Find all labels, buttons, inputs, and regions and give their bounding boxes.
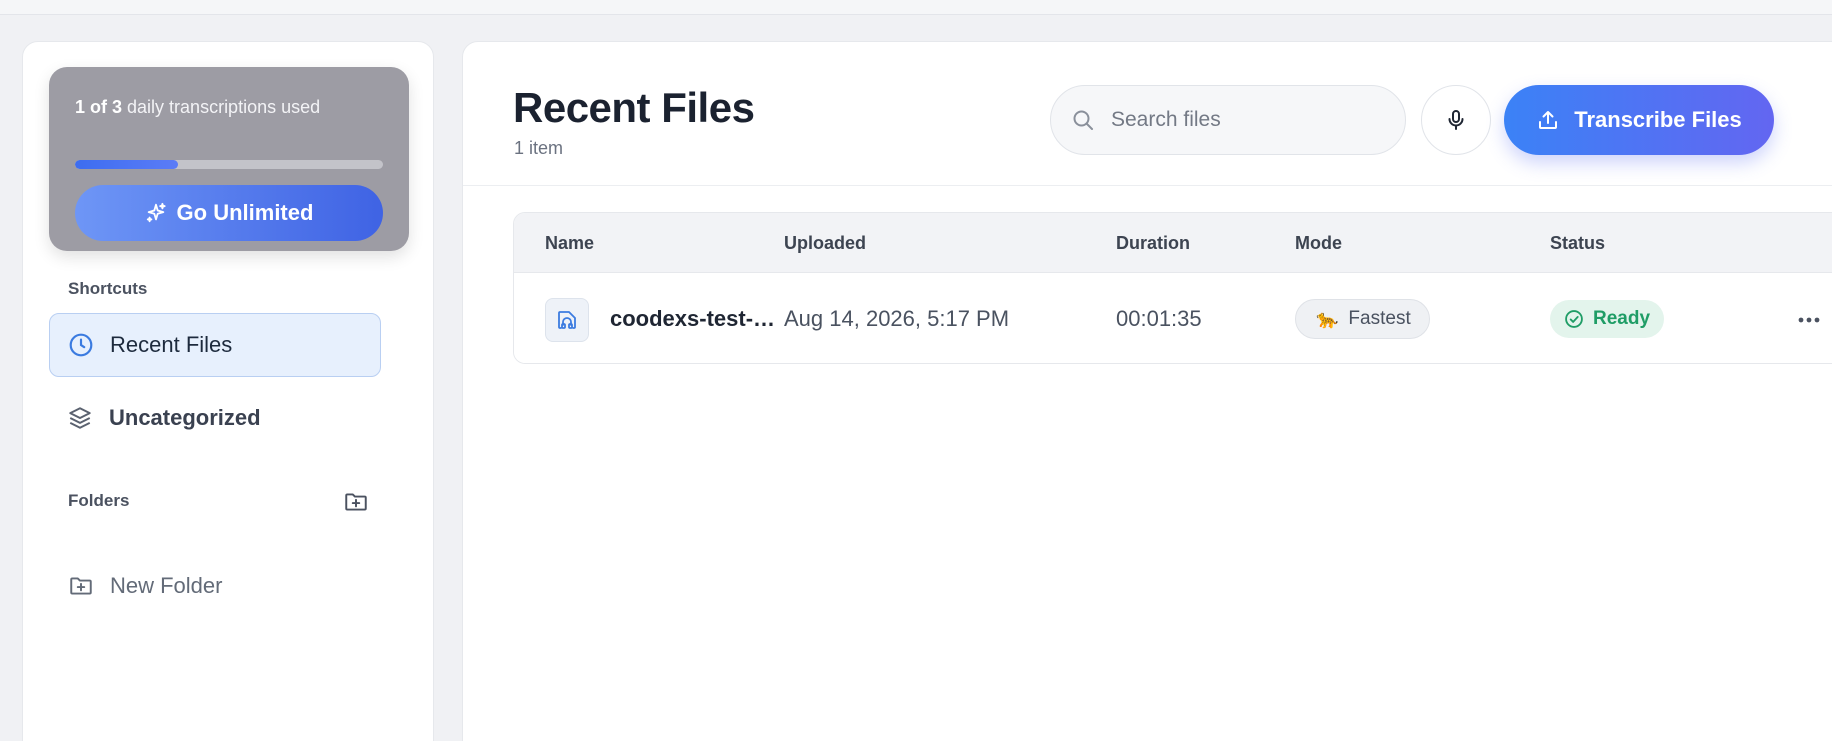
upload-icon (1536, 108, 1560, 132)
column-header-duration[interactable]: Duration (1116, 233, 1190, 254)
cheetah-icon: 🐆 (1316, 308, 1339, 329)
check-circle-icon (1564, 309, 1584, 329)
table-header: Name Uploaded Duration Mode Status (514, 213, 1832, 273)
column-header-mode[interactable]: Mode (1295, 233, 1342, 254)
search-box[interactable] (1050, 85, 1406, 155)
audio-file-icon (545, 298, 589, 342)
page-title: Recent Files (513, 84, 755, 131)
sidebar: 1 of 3 daily transcriptions used Go Unli… (22, 41, 434, 741)
clock-icon (68, 332, 94, 358)
search-input[interactable] (1111, 108, 1391, 132)
sidebar-item-label: Uncategorized (109, 405, 261, 430)
go-unlimited-label: Go Unlimited (176, 200, 314, 225)
usage-card: 1 of 3 daily transcriptions used Go Unli… (49, 67, 409, 251)
table-row[interactable]: coodexs-test-s... Aug 14, 2026, 5:17 PM … (514, 273, 1832, 363)
new-folder-label: New Folder (110, 573, 223, 598)
item-count: 1 item (514, 138, 564, 158)
sidebar-item-uncategorized[interactable]: Uncategorized (49, 386, 381, 450)
add-folder-button[interactable] (341, 487, 371, 517)
status-badge: Ready (1550, 300, 1665, 338)
files-table: Name Uploaded Duration Mode Status coode… (513, 212, 1832, 364)
top-bar (0, 0, 1832, 15)
usage-text: 1 of 3 daily transcriptions used (75, 97, 320, 118)
file-duration: 00:01:35 (1116, 306, 1202, 331)
row-more-button[interactable] (1794, 308, 1824, 332)
mode-badge: 🐆 Fastest (1295, 299, 1430, 339)
status-label: Ready (1593, 308, 1651, 329)
new-folder-item[interactable]: New Folder (68, 573, 222, 599)
microphone-icon (1444, 108, 1468, 132)
column-header-status[interactable]: Status (1550, 233, 1605, 254)
mode-label: Fastest (1348, 308, 1411, 329)
voice-record-button[interactable] (1421, 85, 1491, 155)
file-name[interactable]: coodexs-test-s... (610, 306, 778, 332)
header-divider (463, 185, 1832, 186)
folder-plus-icon (68, 573, 94, 599)
column-header-name[interactable]: Name (545, 233, 594, 254)
sparkles-icon (145, 202, 167, 224)
shortcuts-heading: Shortcuts (68, 279, 148, 298)
usage-suffix: daily transcriptions used (127, 97, 321, 117)
layers-icon (67, 405, 93, 431)
file-uploaded: Aug 14, 2026, 5:17 PM (784, 306, 1010, 331)
folder-plus-icon (343, 489, 369, 515)
sidebar-item-label: Recent Files (110, 332, 233, 357)
usage-progress-fill (75, 160, 178, 169)
go-unlimited-button[interactable]: Go Unlimited (75, 185, 383, 241)
transcribe-files-button[interactable]: Transcribe Files (1504, 85, 1774, 155)
search-icon (1071, 108, 1095, 132)
folders-heading: Folders (68, 491, 130, 510)
column-header-uploaded[interactable]: Uploaded (784, 233, 866, 254)
transcribe-files-label: Transcribe Files (1574, 107, 1742, 132)
usage-progress-bar (75, 160, 383, 169)
main-panel: Recent Files 1 item Transcribe Files Nam… (462, 41, 1832, 741)
more-horizontal-icon (1797, 316, 1821, 324)
usage-count: 1 of 3 (75, 97, 123, 117)
sidebar-item-recent-files[interactable]: Recent Files (49, 313, 381, 377)
